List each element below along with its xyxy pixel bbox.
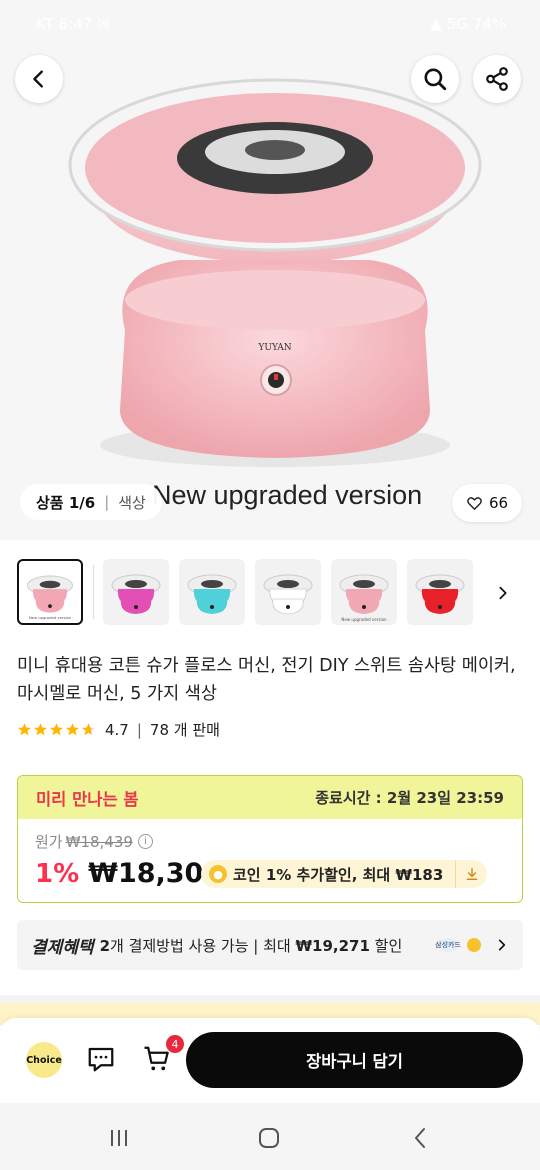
star-icon [33, 723, 48, 736]
thumbnail-image [187, 574, 237, 614]
benefit-text: 2개 결제방법 사용 가능 | 최대 ₩19,271 할인 [100, 935, 437, 956]
home-button[interactable] [254, 1123, 284, 1153]
status-bar: KT 8:47 ✉ ▲ 5G 74% [0, 10, 540, 40]
recent-apps-button[interactable] [104, 1123, 134, 1153]
status-bar-right: ▲ 5G 74% [430, 15, 506, 33]
benefit-label: 결제혜택 [31, 937, 94, 958]
system-back-button[interactable] [406, 1123, 436, 1153]
thumbnail-image: New upgraded version [339, 574, 389, 622]
thumbnail[interactable]: New upgraded version [17, 559, 83, 625]
sold-count: 78 개 판매 [149, 721, 220, 739]
benefit-text-pre: 개 결제방법 사용 가능 | 최대 [110, 936, 296, 955]
chat-icon [88, 1047, 114, 1072]
status-bar-left: KT 8:47 ✉ [36, 15, 110, 33]
back-button[interactable] [15, 55, 63, 103]
thumbnail-next-button[interactable] [487, 577, 519, 609]
chevron-right-icon [499, 586, 507, 600]
thumbnail[interactable] [179, 559, 245, 625]
product-image-gallery[interactable]: YUYAN KT 8:47 ✉ ▲ 5G 74% New upgraded ve… [0, 0, 540, 540]
cart-count-badge: 4 [165, 1034, 185, 1054]
rating-divider: | [136, 720, 142, 739]
product-main-image: YUYAN [68, 78, 482, 467]
product-title: 미니 휴대용 코튼 슈가 플로스 머신, 전기 DIY 스위트 솜사탕 메이커,… [17, 656, 516, 704]
benefit-count: 2 [99, 936, 110, 955]
price-row: 1% ₩18,300 [35, 858, 222, 889]
share-icon [486, 67, 508, 91]
promo-header: 미리 만나는 봄 종료시간 : 2월 23일 23:59 [18, 776, 522, 819]
star-icon [49, 723, 64, 736]
thumbnail-image: New upgraded version [26, 575, 74, 620]
chat-button[interactable] [86, 1044, 116, 1078]
original-price: ₩18,439 [65, 832, 133, 851]
promo-timer: 종료시간 : 2월 23일 23:59 [315, 789, 504, 807]
heart-icon [467, 496, 482, 510]
benefit-amount: ₩19,271 [295, 936, 370, 955]
svg-text:New upgraded version: New upgraded version [341, 617, 387, 622]
chevron-right-icon [498, 939, 506, 951]
image-counter-value: 상품 1/6 [36, 493, 96, 512]
recent-apps-icon [111, 1130, 127, 1146]
search-icon [424, 68, 447, 91]
coin-discount-text: 코인 1% 추가할인, 최대 ₩183 [233, 865, 444, 884]
thumbnail[interactable]: New upgraded version [331, 559, 397, 625]
star-icon [65, 723, 80, 736]
payment-benefit-row[interactable]: 결제혜택 2개 결제방법 사용 가능 | 최대 ₩19,271 할인 삼성카드 [17, 920, 523, 970]
coin-badge-icon [467, 938, 481, 952]
promo-box: 미리 만나는 봄 종료시간 : 2월 23일 23:59 원가 ₩18,439 … [17, 775, 523, 903]
home-icon [259, 1128, 279, 1148]
original-price-row: 원가 ₩18,439 i [35, 831, 153, 852]
search-button[interactable] [411, 55, 459, 103]
counter-divider: | [104, 493, 110, 511]
like-button[interactable]: 66 [452, 484, 522, 522]
bottom-action-bar: Choice 4 장바구니 담기 [0, 1018, 540, 1103]
discount-percent: 1% [35, 858, 80, 889]
back-arrow-icon [33, 70, 43, 88]
original-price-label: 원가 [35, 833, 63, 851]
card-badge-icon: 삼성카드 [435, 938, 461, 952]
info-icon[interactable]: i [137, 834, 153, 849]
rating-value: 4.7 [105, 720, 129, 739]
benefit-text-post: 할인 [369, 936, 403, 955]
download-icon [466, 868, 478, 880]
thumbnail[interactable] [103, 559, 169, 625]
svg-text:YUYAN: YUYAN [257, 343, 291, 353]
star-icon [81, 723, 96, 736]
thumbnail-image [111, 574, 161, 614]
star-icon [17, 723, 32, 736]
rating-row[interactable]: 4.7 | 78 개 판매 [17, 719, 220, 740]
thumbnail[interactable] [407, 559, 473, 625]
image-caption: New upgraded version [152, 480, 423, 510]
coin-download-button[interactable] [455, 860, 487, 888]
svg-text:New upgraded version: New upgraded version [29, 616, 72, 620]
rating-stars [17, 722, 96, 737]
share-button[interactable] [473, 55, 521, 103]
thumbnail-strip: New upgraded version New upgraded versio… [0, 557, 540, 627]
image-attribute: 색상 [118, 493, 146, 512]
system-back-icon [415, 1128, 425, 1148]
system-navigation-bar [0, 1103, 540, 1170]
thumbnail-divider [93, 565, 94, 619]
choice-button[interactable]: Choice [26, 1042, 62, 1078]
thumbnail-image [415, 574, 465, 614]
coin-discount-pill[interactable]: ● 코인 1% 추가할인, 최대 ₩183 [201, 860, 488, 888]
like-count: 66 [488, 494, 509, 512]
promo-name: 미리 만나는 봄 [36, 789, 139, 809]
thumbnail-image [263, 574, 313, 615]
coin-icon: ● [209, 865, 227, 883]
image-counter[interactable]: 상품 1/6 | 색상 [20, 484, 162, 520]
thumbnail[interactable] [255, 559, 321, 625]
add-to-cart-button[interactable]: 장바구니 담기 [186, 1032, 523, 1088]
